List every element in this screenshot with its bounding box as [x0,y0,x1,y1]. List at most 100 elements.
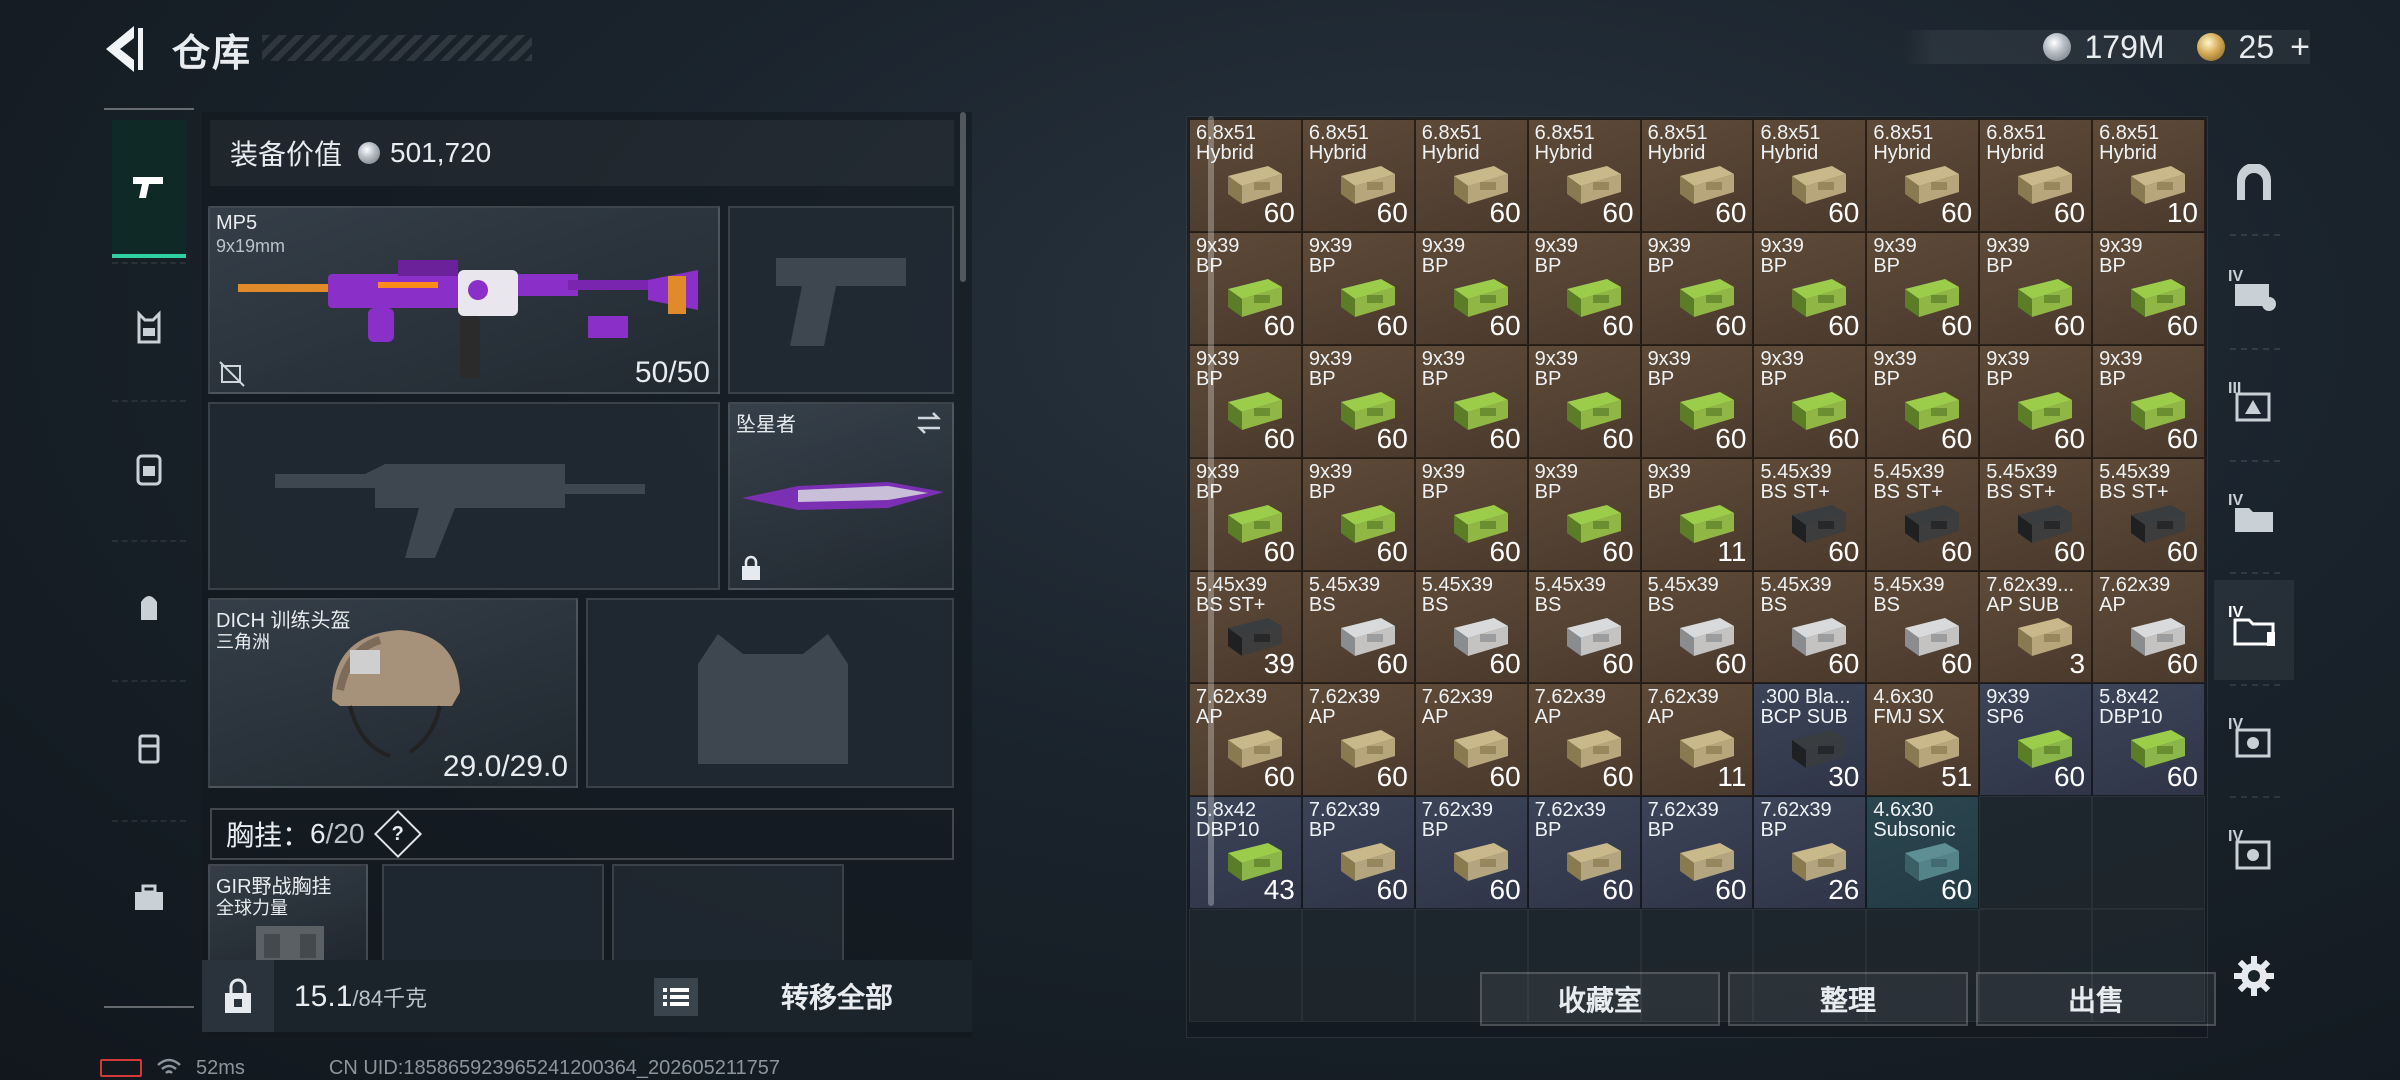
storage-item[interactable]: .300 Bla... BCP SUB 30 [1753,683,1867,797]
storage-item[interactable]: 6.8x51 Hybrid 60 [1979,119,2093,232]
storage-item[interactable]: 7.62x39 BP 60 [1414,796,1528,910]
loadout-scrollbar[interactable] [960,112,966,282]
nav-pouch[interactable] [112,548,186,668]
storage-item[interactable]: 9x39 BP 60 [1640,231,1754,345]
storage-item[interactable]: 7.62x39 BP 26 [1753,796,1867,910]
storage-item[interactable]: 9x39 BP 60 [1301,231,1415,345]
storage-item[interactable]: 9x39 BP 11 [1640,457,1754,571]
storage-item[interactable]: 7.62x39... AP SUB 3 [1979,570,2093,684]
storage-item[interactable]: 9x39 BP 60 [1527,457,1641,571]
settings-button[interactable] [2232,954,2276,998]
storage-item[interactable]: 6.8x51 Hybrid 60 [1189,119,1302,232]
rig-pocket-slot[interactable] [612,864,844,964]
rig-pocket-slot[interactable] [382,864,604,964]
storage-item[interactable]: 9x39 BP 60 [1301,344,1415,458]
storage-item[interactable]: 9x39 BP 60 [1527,231,1641,345]
storage-item[interactable]: 6.8x51 Hybrid 60 [1640,119,1754,232]
storage-tab-4[interactable]: IV [2214,580,2294,680]
back-button[interactable] [100,22,148,76]
weight-lock-button[interactable] [202,960,274,1032]
storage-item[interactable]: 9x39 BP 60 [1866,231,1980,345]
storage-item[interactable]: 9x39 BP 60 [1189,457,1302,571]
storage-item[interactable]: 6.8x51 Hybrid 10 [2092,119,2206,232]
chest-rig-capacity: /20 [325,818,365,849]
storage-item[interactable]: 9x39 BP 60 [2092,231,2206,345]
storage-item[interactable]: 7.62x39 BP 60 [1527,796,1641,910]
storage-item[interactable]: 9x39 BP 60 [1640,344,1754,458]
storage-item[interactable]: 9x39 BP 60 [1753,231,1867,345]
storage-item[interactable]: 9x39 BP 60 [1979,231,2093,345]
storage-item[interactable]: 9x39 BP 60 [1414,457,1528,571]
storage-item[interactable]: 5.45x39 BS 60 [1301,570,1415,684]
storage-item[interactable]: 5.45x39 BS ST+ 39 [1189,570,1302,684]
storage-item[interactable]: 5.8x42 DBP10 60 [2092,683,2206,797]
storage-item[interactable]: 5.45x39 BS 60 [1866,570,1980,684]
storage-tab-1[interactable]: IV [2214,244,2294,344]
sidearm-slot[interactable] [728,206,954,394]
storage-tab-2[interactable]: III [2214,356,2294,456]
add-currency-button[interactable]: + [2290,28,2310,67]
melee-slot[interactable]: 坠星者 [728,402,954,590]
body-armor-slot[interactable] [586,598,954,788]
storage-item[interactable]: 7.62x39 AP 60 [1414,683,1528,797]
storage-tab-5[interactable]: IV [2214,692,2294,792]
ammo-type: AP [2099,593,2126,616]
nav-backpack[interactable] [112,408,186,528]
storage-item[interactable]: 9x39 BP 60 [1414,231,1528,345]
storage-item[interactable]: 6.8x51 Hybrid 60 [1753,119,1867,232]
storage-item[interactable]: 7.62x39 AP 11 [1640,683,1754,797]
storage-item[interactable]: 5.45x39 BS ST+ 60 [1866,457,1980,571]
storage-tab-3[interactable]: IV [2214,468,2294,568]
storage-item[interactable]: 9x39 BP 60 [1414,344,1528,458]
storage-item[interactable]: 9x39 BP 60 [1979,344,2093,458]
help-button[interactable]: ? [373,809,422,859]
nav-weapons[interactable] [112,120,186,258]
storage-item[interactable]: 9x39 BP 60 [1866,344,1980,458]
storage-item[interactable]: 7.62x39 BP 60 [1301,796,1415,910]
storage-item[interactable]: 7.62x39 AP 60 [1527,683,1641,797]
chest-rig-slot[interactable]: GIR野战胸挂 全球力量 [208,864,368,964]
sell-button[interactable]: 出售 [1976,972,2216,1026]
storage-item[interactable]: 6.8x51 Hybrid 60 [1414,119,1528,232]
storage-item[interactable]: 6.8x51 Hybrid 60 [1527,119,1641,232]
nav-container[interactable] [112,688,186,808]
status-bar: 52ms CN UID:18586592396524120036​4_20260… [100,1056,780,1080]
storage-item[interactable]: 9x39 BP 60 [1189,344,1302,458]
storage-item[interactable]: 9x39 SP6 60 [1979,683,2093,797]
storage-item[interactable]: 6.8x51 Hybrid 60 [1301,119,1415,232]
primary-weapon-slot[interactable]: MP5 9x19mm 50/50 [208,206,720,394]
ammo-type: BP [1647,819,1675,842]
storage-item[interactable]: 7.62x39 AP 60 [2092,570,2206,684]
storage-item[interactable]: 4.6x30 Subsonic 60 [1866,796,1980,910]
storage-item[interactable]: 5.45x39 BS 60 [1527,570,1641,684]
storage-item[interactable]: 9x39 BP 60 [1527,344,1641,458]
storage-item[interactable]: 5.45x39 BS 60 [1753,570,1867,684]
nav-armor[interactable] [112,268,186,388]
storage-tab-main[interactable] [2214,134,2294,234]
storage-item[interactable]: 5.45x39 BS ST+ 60 [1979,457,2093,571]
transfer-all-button[interactable]: 转移全部 [712,966,962,1026]
secondary-weapon-slot[interactable] [208,402,720,590]
storage-tab-6[interactable]: IV [2214,804,2294,904]
swap-icon[interactable] [914,410,944,436]
storage-item[interactable]: 7.62x39 BP 60 [1640,796,1754,910]
storage-item[interactable]: 5.8x42 DBP10 43 [1189,796,1302,910]
storage-item[interactable]: 4.6x30 FMJ SX 51 [1866,683,1980,797]
collection-room-button[interactable]: 收藏室 [1480,972,1720,1026]
storage-item[interactable]: 7.62x39 AP 60 [1189,683,1302,797]
storage-item[interactable]: 5.45x39 BS 60 [1640,570,1754,684]
helmet-slot[interactable]: DICH 训练头盔 三角洲 29.0/29.0 [208,598,578,788]
ammo-quantity: 60 [1828,309,1860,341]
storage-item[interactable]: 5.45x39 BS ST+ 60 [1753,457,1867,571]
list-view-button[interactable] [654,978,698,1016]
sort-button[interactable]: 整理 [1728,972,1968,1026]
storage-item[interactable]: 9x39 BP 60 [2092,344,2206,458]
storage-item[interactable]: 9x39 BP 60 [1301,457,1415,571]
storage-item[interactable]: 7.62x39 AP 60 [1301,683,1415,797]
storage-item[interactable]: 6.8x51 Hybrid 60 [1866,119,1980,232]
nav-case[interactable] [112,828,186,968]
storage-item[interactable]: 9x39 BP 60 [1753,344,1867,458]
storage-item[interactable]: 5.45x39 BS 60 [1414,570,1528,684]
storage-item[interactable]: 5.45x39 BS ST+ 60 [2092,457,2206,571]
storage-item[interactable]: 9x39 BP 60 [1189,231,1302,345]
